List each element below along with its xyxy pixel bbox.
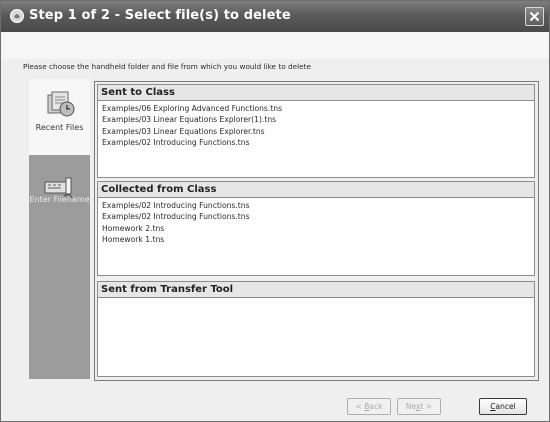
header-area [1,32,549,59]
list-item[interactable]: Examples/02 Introducing Functions.tns [102,137,534,148]
file-list[interactable] [98,298,534,300]
list-item[interactable]: Examples/03 Linear Equations Explorer(1)… [102,114,534,125]
sidebar: Recent Files Enter Filename [29,79,90,379]
section-sent-to-class: Sent to Class Examples/06 Exploring Adva… [97,84,535,178]
section-collected-from-class: Collected from Class Examples/02 Introdu… [97,181,535,276]
button-label: < [355,402,365,411]
list-item[interactable]: Examples/06 Exploring Advanced Functions… [102,103,534,114]
app-icon [10,9,24,23]
section-title: Sent to Class [98,85,534,101]
sidebar-item-recent-files[interactable]: Recent Files [29,79,90,155]
title-bar[interactable]: Step 1 of 2 - Select file(s) to delete [1,1,549,32]
list-item[interactable]: Examples/02 Introducing Functions.tns [102,211,534,222]
section-title: Collected from Class [98,182,534,198]
list-item[interactable]: Examples/02 Introducing Functions.tns [102,200,534,211]
button-label: Ne [405,402,417,411]
sidebar-item-label: Recent Files [35,123,84,132]
file-list[interactable]: Examples/06 Exploring Advanced Functions… [98,101,534,148]
button-label: ancel [495,402,516,411]
sidebar-item-label: Enter Filename [29,195,90,204]
list-item[interactable]: Homework 1.tns [102,234,534,245]
list-item[interactable]: Examples/03 Linear Equations Explorer.tn… [102,126,534,137]
close-button[interactable] [525,7,544,26]
cancel-button[interactable]: Cancel [479,398,527,415]
section-sent-from-transfer-tool: Sent from Transfer Tool [97,281,535,377]
button-label: t > [420,402,433,411]
recent-files-icon [47,91,75,117]
next-button[interactable]: Next > [397,398,441,415]
close-icon [529,11,540,22]
back-button[interactable]: < Back [347,398,391,415]
sidebar-item-enter-filename[interactable]: Enter Filename [29,161,90,237]
dialog-window: Step 1 of 2 - Select file(s) to delete P… [0,0,550,422]
button-label: ack [369,402,383,411]
list-item[interactable]: Homework 2.tns [102,223,534,234]
instructions-text: Please choose the handheld folder and fi… [23,62,311,71]
file-panel: Sent to Class Examples/06 Exploring Adva… [94,81,539,381]
dialog-footer: < Back Next > Cancel [1,381,549,421]
file-list[interactable]: Examples/02 Introducing Functions.tns Ex… [98,198,534,245]
window-title: Step 1 of 2 - Select file(s) to delete [29,8,291,23]
section-title: Sent from Transfer Tool [98,282,534,298]
